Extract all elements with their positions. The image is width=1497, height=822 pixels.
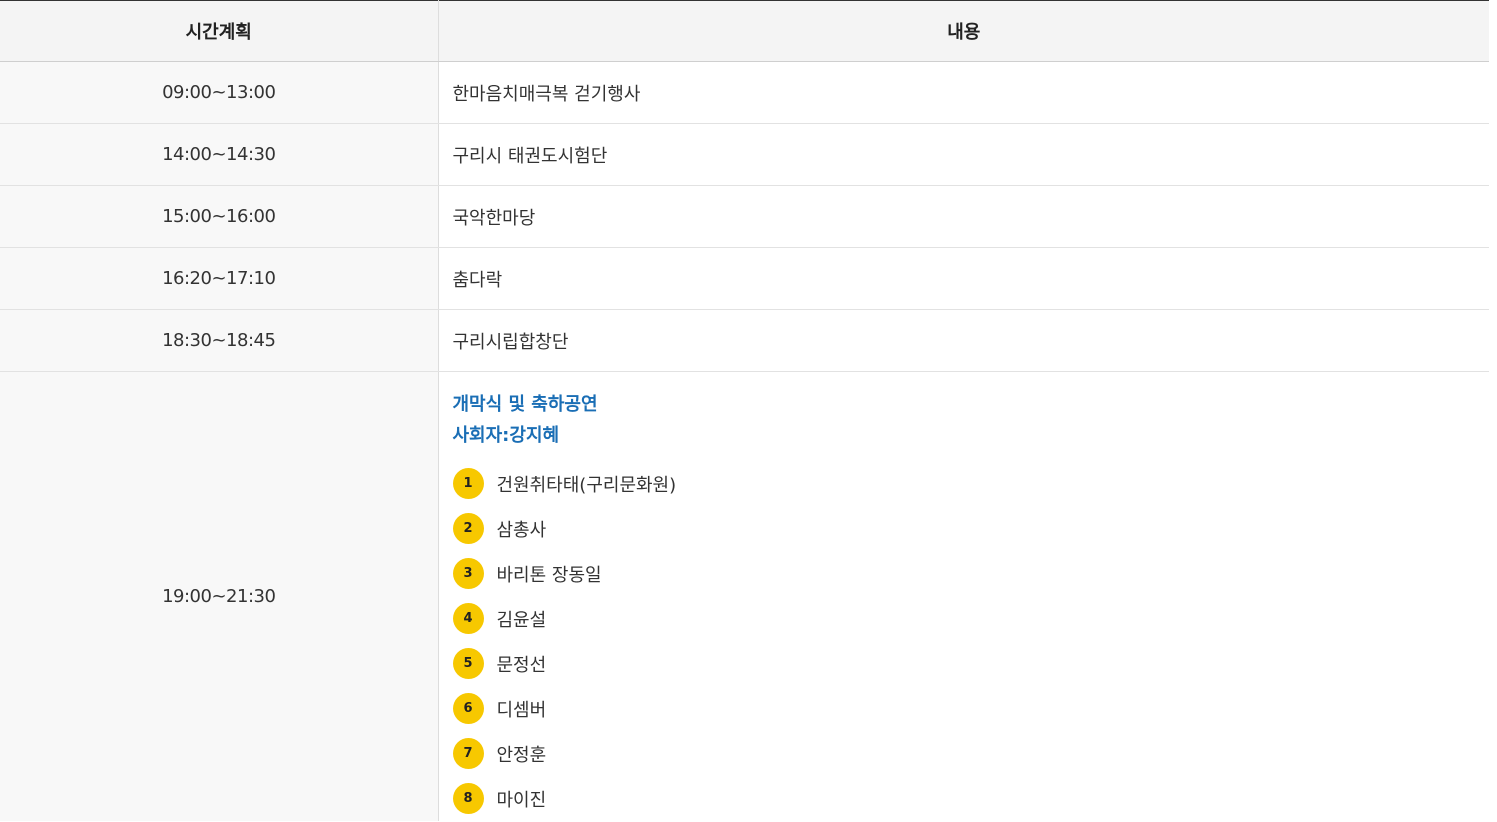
- performer-name: 디셈버: [496, 699, 547, 721]
- time-cell: 18:30~18:45: [0, 309, 439, 372]
- list-item: 3 바리톤 장동일: [452, 551, 1490, 596]
- ceremony-title: 개막식 및 축하공연: [452, 394, 598, 415]
- performer-name: 문정선: [496, 654, 547, 676]
- list-item: 7 안정훈: [452, 731, 1490, 776]
- content-cell: 춤다락: [438, 247, 1489, 310]
- header-content: 내용: [438, 0, 1489, 62]
- table-row: 09:00~13:00 한마음치매극복 걷기행사: [0, 61, 1489, 124]
- content-cell: 국악한마당: [438, 185, 1489, 248]
- number-badge: 6: [452, 693, 484, 724]
- time-cell: 16:20~17:10: [0, 247, 439, 310]
- number-badge: 8: [452, 783, 484, 814]
- list-item: 2 삼총사: [452, 506, 1490, 551]
- schedule-table: 시간계획 내용 09:00~13:00 한마음치매극복 걷기행사 14:00~1…: [0, 0, 1489, 821]
- content-cell: 구리시립합창단: [438, 309, 1489, 372]
- content-cell: 구리시 태권도시험단: [438, 123, 1489, 186]
- time-cell: 14:00~14:30: [0, 123, 439, 186]
- number-badge: 5: [452, 648, 484, 679]
- number-badge: 2: [452, 513, 484, 544]
- ceremony-content-cell: 개막식 및 축하공연 사회자:강지혜 1 건원취타태(구리문화원) 2 삼총사 …: [438, 372, 1489, 822]
- time-cell: 09:00~13:00: [0, 61, 439, 124]
- table-header-row: 시간계획 내용: [0, 0, 1489, 62]
- content-cell: 한마음치매극복 걷기행사: [438, 61, 1489, 124]
- header-time: 시간계획: [0, 0, 439, 62]
- list-item: 8 마이진: [452, 776, 1490, 821]
- table-row: 16:20~17:10 춤다락: [0, 247, 1489, 310]
- performer-name: 안정훈: [496, 744, 547, 766]
- performer-name: 건원취타태(구리문화원): [496, 474, 677, 496]
- performer-list: 1 건원취타태(구리문화원) 2 삼총사 3 바리톤 장동일 4 김윤설 5 문…: [452, 461, 1490, 821]
- table-row: 15:00~16:00 국악한마당: [0, 185, 1489, 248]
- table-row: 18:30~18:45 구리시립합창단: [0, 309, 1489, 372]
- list-item: 4 김윤설: [452, 596, 1490, 641]
- list-item: 6 디셈버: [452, 686, 1490, 731]
- number-badge: 4: [452, 603, 484, 634]
- list-item: 1 건원취타태(구리문화원): [452, 461, 1490, 506]
- performer-name: 바리톤 장동일: [496, 564, 602, 586]
- performer-name: 김윤설: [496, 609, 547, 631]
- table-row: 14:00~14:30 구리시 태권도시험단: [0, 123, 1489, 186]
- ceremony-host: 사회자:강지혜: [452, 425, 560, 446]
- table-row-ceremony: 19:00~21:30 개막식 및 축하공연 사회자:강지혜 1 건원취타태(구…: [0, 371, 1489, 822]
- time-cell: 15:00~16:00: [0, 185, 439, 248]
- performer-name: 삼총사: [496, 519, 547, 541]
- time-cell: 19:00~21:30: [0, 371, 439, 821]
- number-badge: 7: [452, 738, 484, 769]
- number-badge: 1: [452, 468, 484, 499]
- number-badge: 3: [452, 558, 484, 589]
- list-item: 5 문정선: [452, 641, 1490, 686]
- performer-name: 마이진: [496, 789, 547, 811]
